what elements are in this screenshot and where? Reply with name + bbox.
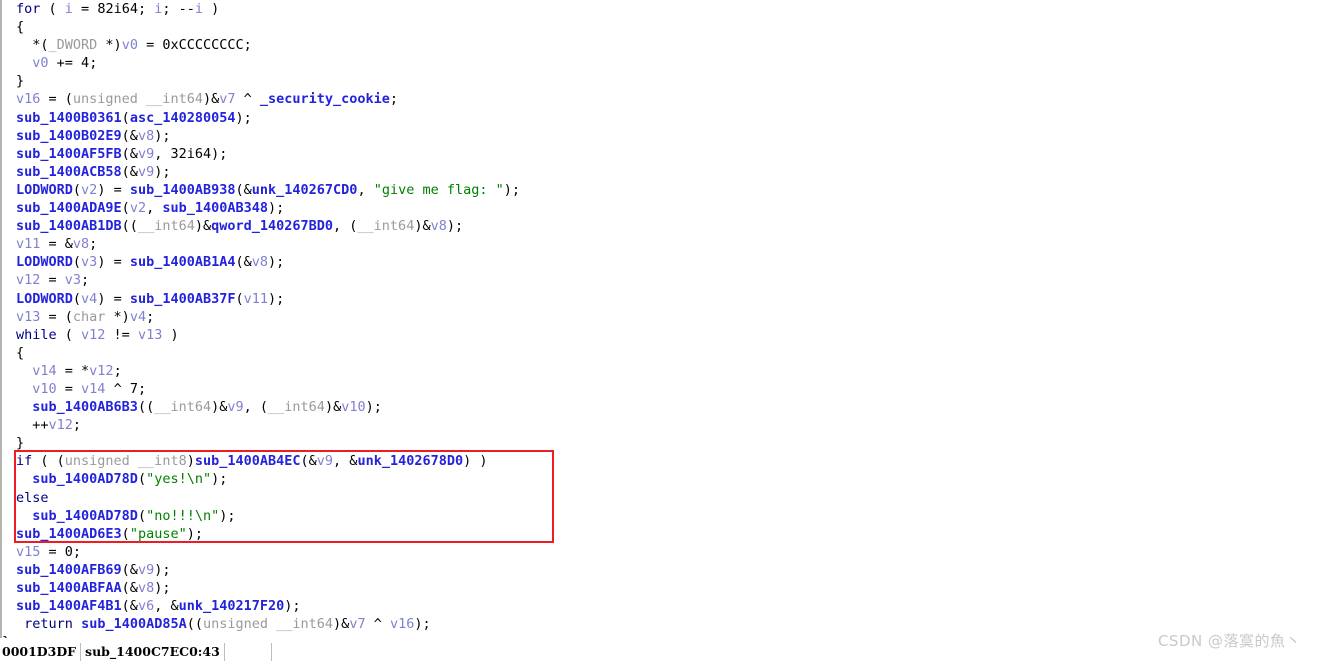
call-sub-1400AB1A4[interactable]: sub_1400AB1A4 [130, 254, 236, 270]
symbol-security-cookie[interactable]: _security_cookie [260, 91, 390, 107]
keyword-return: return [24, 616, 73, 633]
code-line-highlighted[interactable]: sub_1400AD78D("no!!!\n"); [2, 507, 1317, 525]
code-line[interactable]: } [2, 434, 1317, 452]
code-line[interactable]: v11 = &v8; [2, 235, 1317, 253]
call-sub-1400B02E9[interactable]: sub_1400B02E9 [16, 128, 122, 144]
code-line[interactable]: v15 = 0; [2, 543, 1317, 561]
code-line[interactable]: sub_1400AFB69(&v9); [2, 561, 1317, 579]
pseudocode-code-pane[interactable]: for ( i = 82i64; i; --i ) { *(_DWORD *)v… [0, 0, 1317, 638]
call-sub-1400AF5FB[interactable]: sub_1400AF5FB [16, 146, 122, 162]
code-line-highlighted[interactable]: if ( (unsigned __int8)sub_1400AB4EC(&v9,… [2, 452, 1317, 470]
code-line[interactable]: sub_1400ABFAA(&v8); [2, 579, 1317, 597]
call-sub-1400ACB58[interactable]: sub_1400ACB58 [16, 164, 122, 180]
call-sub-1400AD6E3[interactable]: sub_1400AD6E3 [16, 526, 122, 542]
ref-sub-1400AB348[interactable]: sub_1400AB348 [162, 200, 268, 216]
call-sub-1400B0361[interactable]: sub_1400B0361 [16, 110, 122, 126]
keyword-if: if [16, 453, 33, 470]
code-line[interactable]: v14 = *v12; [2, 362, 1317, 380]
call-sub-1400ADA9E[interactable]: sub_1400ADA9E [16, 200, 122, 216]
code-line[interactable]: sub_1400AF4B1(&v6, &unk_140217F20); [2, 597, 1317, 615]
code-line[interactable]: sub_1400B0361(asc_140280054); [2, 109, 1317, 127]
call-sub-1400AB1DB[interactable]: sub_1400AB1DB [16, 218, 122, 234]
code-line[interactable]: v16 = (unsigned __int64)&v7 ^ _security_… [2, 90, 1317, 108]
code-line-highlighted[interactable]: sub_1400AD6E3("pause"); [2, 525, 1317, 543]
code-line[interactable]: LODWORD(v2) = sub_1400AB938(&unk_140267C… [2, 181, 1317, 199]
code-line[interactable]: while ( v12 != v13 ) [2, 326, 1317, 344]
code-line[interactable]: { [2, 18, 1317, 36]
call-sub-1400AB4EC[interactable]: sub_1400AB4EC [195, 453, 301, 469]
code-line[interactable]: v12 = v3; [2, 271, 1317, 289]
keyword-while: while [16, 326, 57, 343]
macro-lodword[interactable]: LODWORD [16, 254, 73, 270]
code-line[interactable]: return sub_1400AD85A((unsigned __int64)&… [2, 615, 1317, 633]
macro-lodword[interactable]: LODWORD [16, 291, 73, 307]
code-line[interactable]: sub_1400AB6B3((__int64)&v9, (__int64)&v1… [2, 398, 1317, 416]
ida-pseudocode-window: for ( i = 82i64; i; --i ) { *(_DWORD *)v… [0, 0, 1317, 664]
call-sub-1400AD78D[interactable]: sub_1400AD78D [32, 508, 138, 524]
status-filler-cell [225, 643, 272, 661]
call-sub-1400AB37F[interactable]: sub_1400AB37F [130, 291, 236, 307]
call-sub-1400AB938[interactable]: sub_1400AB938 [130, 182, 236, 198]
string-pause: "pause" [129, 525, 187, 542]
code-line[interactable]: sub_1400B02E9(&v8); [2, 127, 1317, 145]
code-line[interactable]: v13 = (char *)v4; [2, 308, 1317, 326]
keyword-for: for [16, 1, 41, 17]
csdn-watermark: CSDN @落寞的魚丶 [1157, 632, 1301, 650]
code-line[interactable]: { [2, 344, 1317, 362]
code-line[interactable]: sub_1400ACB58(&v9); [2, 163, 1317, 181]
code-line[interactable]: for ( i = 82i64; i; --i ) [2, 0, 1317, 18]
macro-lodword[interactable]: LODWORD [16, 182, 73, 198]
code-line[interactable]: *(_DWORD *)v0 = 0xCCCCCCCC; [2, 36, 1317, 54]
code-line[interactable]: LODWORD(v3) = sub_1400AB1A4(&v8); [2, 253, 1317, 271]
call-sub-1400AD85A[interactable]: sub_1400AD85A [81, 616, 187, 632]
call-sub-1400AFB69[interactable]: sub_1400AFB69 [16, 562, 122, 578]
code-line[interactable]: ++v12; [2, 416, 1317, 434]
call-sub-1400AD78D[interactable]: sub_1400AD78D [32, 471, 138, 487]
status-location: sub_1400C7EC0:43 [81, 643, 225, 661]
string-no: "no!!!\n" [146, 507, 220, 524]
keyword-else: else [16, 489, 49, 506]
code-line-highlighted[interactable]: sub_1400AD78D("yes!\n"); [2, 470, 1317, 488]
code-line[interactable]: } [2, 633, 1317, 638]
status-offset: 0001D3DF [0, 643, 82, 661]
call-sub-1400AB6B3[interactable]: sub_1400AB6B3 [32, 399, 138, 415]
code-line[interactable]: v10 = v14 ^ 7; [2, 380, 1317, 398]
string-yes: "yes!\n" [146, 471, 212, 488]
code-line-highlighted[interactable]: else [2, 489, 1317, 507]
code-line[interactable]: LODWORD(v4) = sub_1400AB37F(v11); [2, 290, 1317, 308]
code-line[interactable]: sub_1400AF5FB(&v9, 32i64); [2, 145, 1317, 163]
status-bar: 0001D3DF sub_1400C7EC0:43 [0, 640, 1317, 664]
code-line[interactable]: } [2, 72, 1317, 90]
call-sub-1400ABFAA[interactable]: sub_1400ABFAA [16, 580, 122, 596]
code-line[interactable]: sub_1400ADA9E(v2, sub_1400AB348); [2, 199, 1317, 217]
string-give-me-flag: "give me flag: " [373, 181, 504, 198]
code-line[interactable]: sub_1400AB1DB((__int64)&qword_140267BD0,… [2, 217, 1317, 235]
call-sub-1400AF4B1[interactable]: sub_1400AF4B1 [16, 598, 122, 614]
code-line[interactable]: v0 += 4; [2, 54, 1317, 72]
